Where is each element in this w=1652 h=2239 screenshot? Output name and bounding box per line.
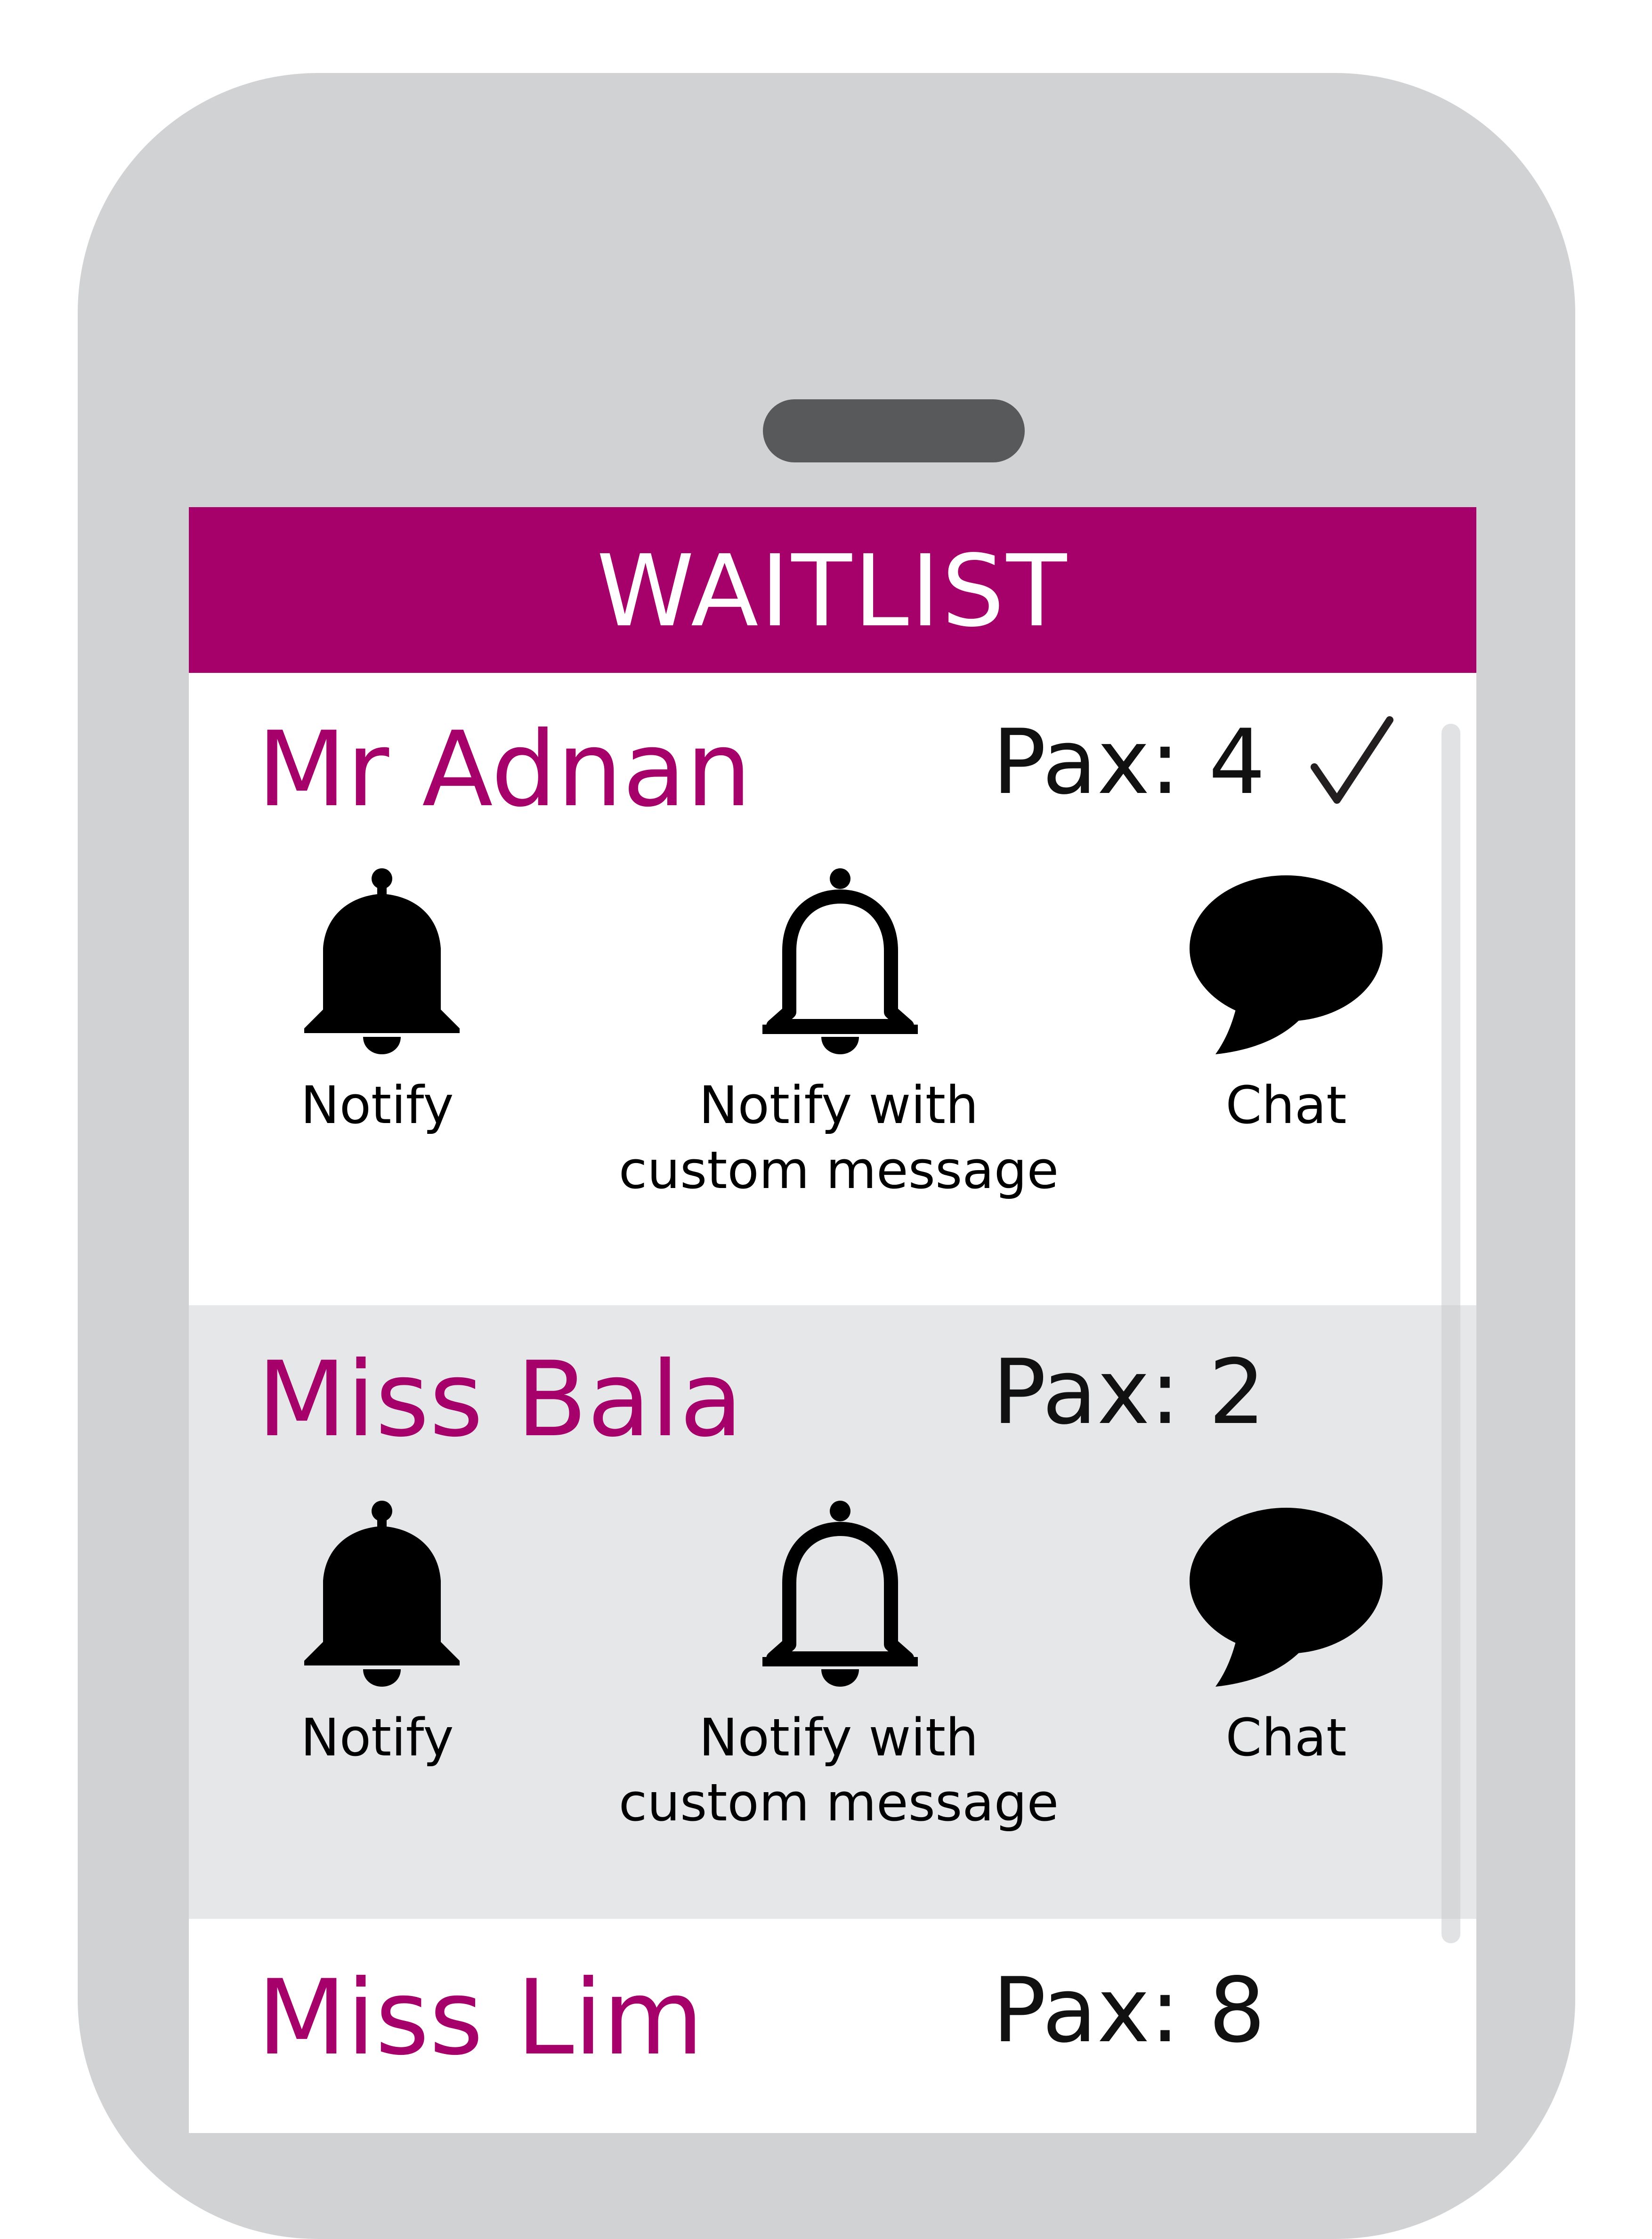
chat-label: Chat [1225,1075,1347,1135]
guest-name: Miss Lim [257,1957,704,2078]
notify-custom-label-line1: Notify with [699,1075,979,1135]
checkmark-icon [1311,716,1393,804]
chat-button[interactable]: Chat [1168,1501,1404,1830]
party-size: Pax: 2 [992,1340,1266,1444]
guest-name: Miss Bala [257,1339,743,1460]
party-size: Pax: 8 [992,1958,1266,2062]
notify-button[interactable]: Notify [274,1501,481,1830]
guest-name: Mr Adnan [257,709,752,830]
phone-speaker [763,399,1025,462]
notify-custom-label: Notify with custom message [613,1073,1065,1203]
notify-label: Notify [300,1075,454,1135]
waitlist-row: Mr Adnan Pax: 4 Notify Notify with custo… [189,673,1476,1305]
chat-bubble-icon [1190,875,1383,1054]
notify-custom-label-line2: custom message [618,1140,1059,1200]
party-size: Pax: 4 [992,710,1266,814]
waitlist-row: Miss Bala Pax: 2 Notify Notify with cust… [189,1305,1476,1919]
notify-custom-message-button[interactable]: Notify with custom message [613,1501,1065,1833]
notify-custom-label: Notify with custom message [613,1706,1065,1835]
scrollbar[interactable] [1441,724,1460,1943]
chat-bubble-icon [1190,1508,1383,1687]
bell-outline-icon [762,1501,918,1687]
app-header: WAITLIST [189,507,1476,673]
phone-screen: WAITLIST Mr Adnan Pax: 4 Notify Notify w… [189,507,1476,2133]
chat-label: Chat [1225,1707,1347,1768]
bell-filled-icon [304,1501,460,1687]
notify-button[interactable]: Notify [274,868,481,1198]
notify-custom-label-line2: custom message [618,1772,1059,1833]
bell-filled-icon [304,868,460,1054]
notify-custom-message-button[interactable]: Notify with custom message [613,868,1065,1200]
chat-button[interactable]: Chat [1168,868,1404,1198]
bell-outline-icon [762,868,918,1054]
page-title: WAITLIST [596,533,1069,649]
notify-custom-label-line1: Notify with [699,1707,979,1768]
notify-label: Notify [300,1707,454,1768]
waitlist-row: Miss Lim Pax: 8 [189,1919,1476,2133]
